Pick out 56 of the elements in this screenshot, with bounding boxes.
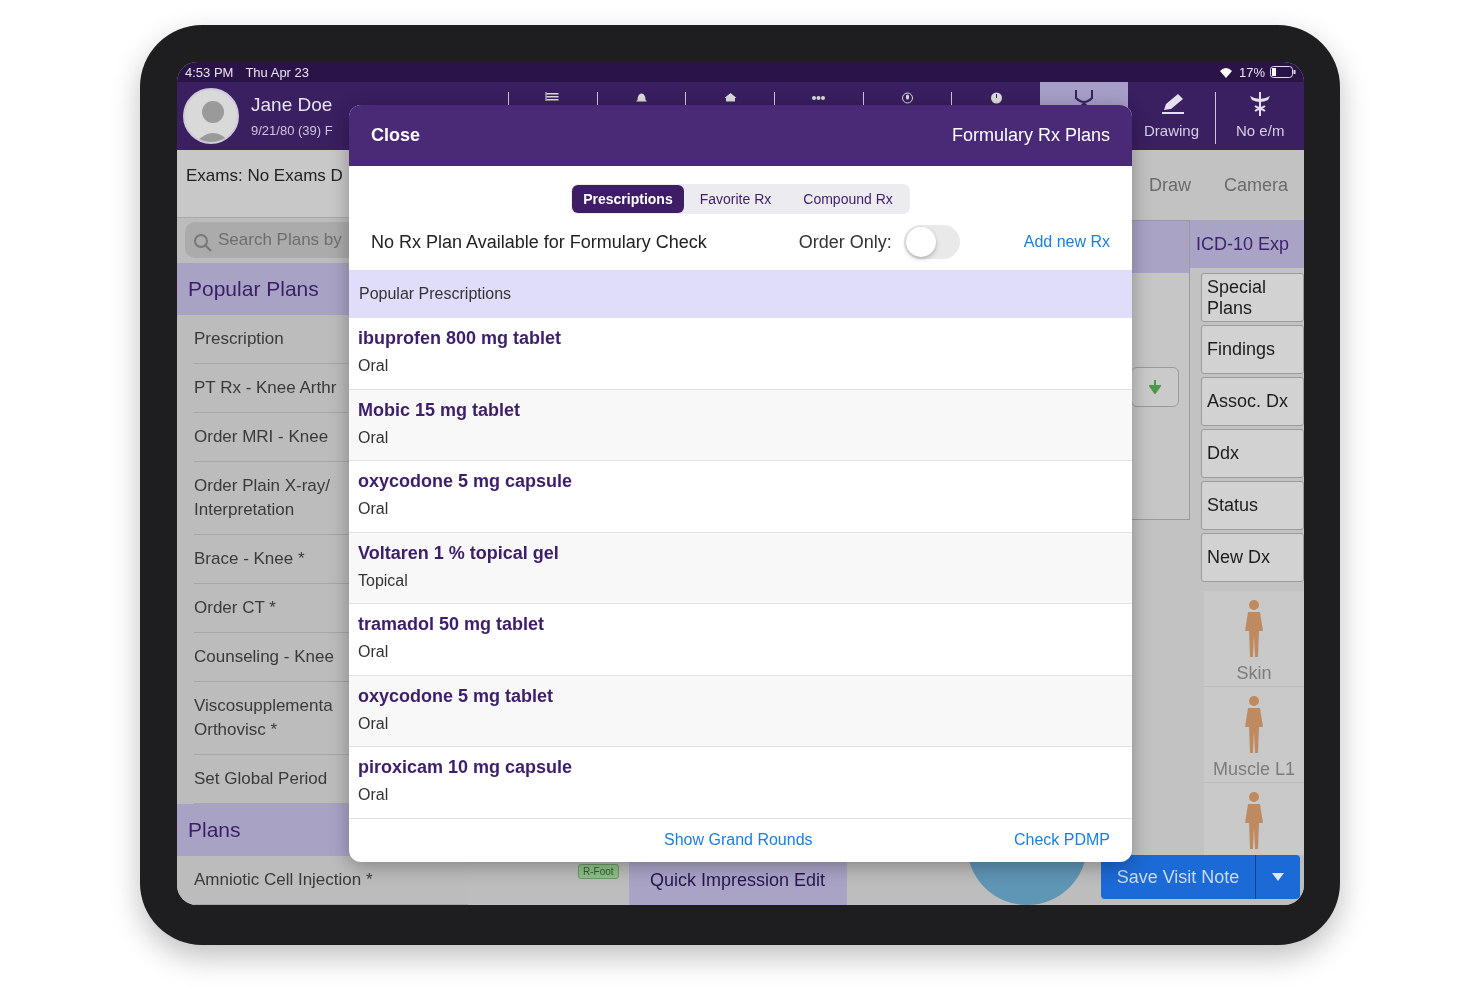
- list-row[interactable]: oxycodone 5 mg capsule Oral: [349, 461, 1132, 533]
- footer-link[interactable]: Show Grand Rounds: [664, 831, 813, 850]
- side-button[interactable]: Findings: [1201, 325, 1304, 374]
- patient-name: Jane Doe: [251, 94, 333, 116]
- figure-label: Muscle L1: [1212, 759, 1295, 780]
- side-button[interactable]: Special Plans: [1201, 273, 1304, 322]
- toggle-switch[interactable]: [903, 225, 960, 259]
- save-button[interactable]: Save Visit Note: [1101, 855, 1255, 899]
- figure-label: Skin: [1236, 663, 1272, 684]
- microphone-icon: [900, 92, 915, 104]
- segment-tab[interactable]: Favorite Rx: [688, 185, 783, 213]
- route-label: Oral: [358, 643, 390, 661]
- list-row[interactable]: oxycodone 5 mg tablet Oral: [349, 675, 1132, 747]
- route-label: Oral: [358, 428, 390, 447]
- list-icon: [545, 92, 561, 104]
- side-button[interactable]: Status: [1201, 481, 1304, 530]
- list-row[interactable]: ibuprofen 800 mg tablet Oral: [349, 318, 1132, 390]
- caret-icon: [1272, 873, 1284, 881]
- side-tab[interactable]: ICD-10 Exp: [1190, 220, 1304, 268]
- list-row[interactable]: piroxicam 10 mg capsule Oral: [349, 747, 1132, 819]
- avatar-icon: [183, 88, 239, 144]
- toolbar-button[interactable]: Drawing: [1127, 82, 1216, 150]
- route-label: Oral: [358, 786, 390, 804]
- footer-link[interactable]: Check PDMP: [1013, 831, 1110, 850]
- tag-label: R-Foot: [578, 863, 619, 879]
- toolbar-button[interactable]: No e/m: [1215, 92, 1304, 144]
- side-button[interactable]: Assoc. Dx: [1201, 377, 1304, 426]
- body-figure-icon[interactable]: [1243, 695, 1265, 755]
- clock-icon: [988, 92, 1004, 104]
- segment-tab[interactable]: Prescriptions: [572, 185, 684, 213]
- route-label: Oral: [358, 714, 390, 733]
- down-arrow-icon: [1149, 380, 1161, 394]
- status-date: Thu Apr 23: [245, 64, 310, 80]
- list-row[interactable]: tramadol 50 mg tablet Oral: [349, 604, 1132, 676]
- bell-icon: [634, 92, 649, 104]
- battery-percent: 17%: [1238, 64, 1265, 80]
- close-button[interactable]: Close: [371, 125, 421, 146]
- add-link[interactable]: Add new Rx: [1023, 233, 1110, 251]
- toggle-label: Order Only:: [798, 231, 892, 253]
- side-button[interactable]: Ddx: [1201, 429, 1304, 478]
- segment-tab[interactable]: Compound Rx: [792, 185, 904, 213]
- house-icon: [722, 92, 738, 104]
- list-row[interactable]: Mobic 15 mg tablet Oral: [349, 389, 1132, 461]
- patient-details: 9/21/80 (39) F: [251, 123, 333, 138]
- dialog-title: Formulary Rx Plans: [951, 125, 1110, 146]
- list-row[interactable]: Voltaren 1 % topical gel Topical: [349, 532, 1132, 604]
- status-time: 4:53 PM: [185, 64, 234, 80]
- route-label: Oral: [358, 500, 390, 518]
- dropdown[interactable]: [1131, 367, 1179, 407]
- dropdown-button[interactable]: [1255, 855, 1300, 899]
- body-figure-icon[interactable]: [1243, 599, 1265, 659]
- side-button[interactable]: New Dx: [1201, 533, 1304, 582]
- section-header: Popular Prescriptions: [349, 270, 1132, 318]
- search-icon: [194, 234, 212, 252]
- battery-icon: [1270, 66, 1296, 78]
- wifi-icon: [1217, 66, 1234, 78]
